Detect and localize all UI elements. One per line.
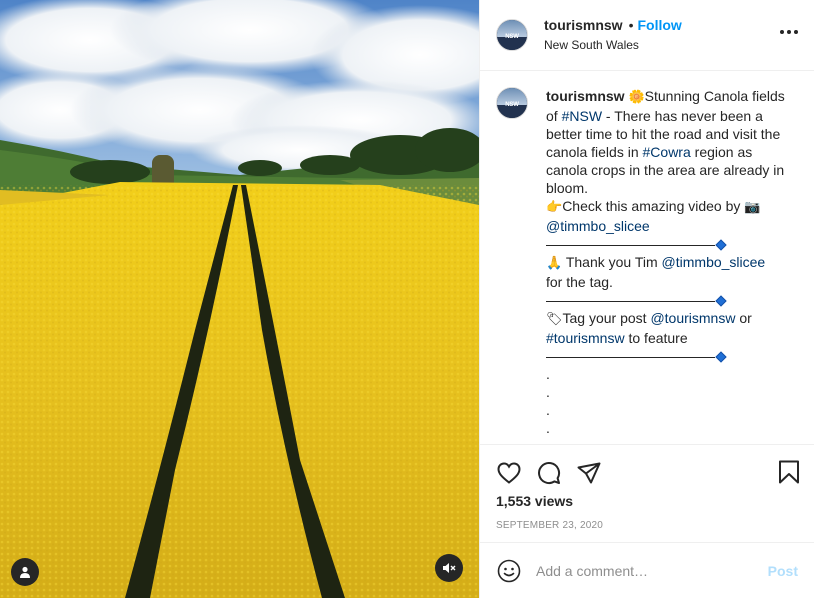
blue-diamond-icon xyxy=(715,295,727,307)
caption-text-segment: to feature xyxy=(624,330,688,346)
caption-text-segment: for the tag. xyxy=(546,274,613,290)
avatar-logo-text: NSW xyxy=(505,102,519,108)
blue-diamond-icon xyxy=(715,239,727,251)
caption-text-segment: or xyxy=(735,310,752,326)
header-username-link[interactable]: tourismnsw xyxy=(544,17,623,33)
comment-input[interactable] xyxy=(536,562,760,579)
mention-link[interactable]: @tourismnsw xyxy=(650,310,735,326)
label-emoji: 🏷 xyxy=(546,312,563,327)
emoji-picker-button[interactable] xyxy=(496,558,522,584)
caption-area: NSW tourismnsw 🌼Stunning Canola fields o… xyxy=(480,71,814,445)
volume-muted-icon xyxy=(443,563,456,573)
save-button[interactable] xyxy=(778,460,800,487)
more-dot-icon xyxy=(794,30,798,34)
smiley-icon xyxy=(497,559,521,582)
bookmark-icon xyxy=(779,460,799,484)
follow-button[interactable]: Follow xyxy=(637,17,681,33)
caption-username-link[interactable]: tourismnsw xyxy=(546,88,625,104)
divider-line xyxy=(546,356,715,358)
post-date[interactable]: September 23, 2020 xyxy=(480,520,814,531)
mute-toggle-button[interactable] xyxy=(435,554,463,582)
divider-line xyxy=(546,244,715,246)
header-separator: • xyxy=(628,16,634,33)
more-options-button[interactable] xyxy=(780,26,798,38)
heart-icon xyxy=(497,462,521,484)
user-tag-icon xyxy=(20,566,30,578)
camera-emoji: 📷 xyxy=(744,200,761,215)
more-dot-icon xyxy=(780,30,784,34)
tagged-users-button[interactable] xyxy=(11,558,39,586)
caption: NSW tourismnsw 🌼Stunning Canola fields o… xyxy=(496,87,798,437)
caption-dot: . xyxy=(546,420,550,436)
mention-link[interactable]: @timmbo_slicee xyxy=(546,218,650,234)
location-link[interactable]: New South Wales xyxy=(544,38,682,52)
hashtag-link[interactable]: #NSW xyxy=(562,108,602,124)
caption-dot: . xyxy=(546,366,550,382)
folded-hands-emoji: 🙏 xyxy=(546,256,563,271)
comment-icon xyxy=(538,462,561,484)
share-icon xyxy=(577,462,601,484)
blossom-emoji: 🌼 xyxy=(628,90,645,105)
like-button[interactable] xyxy=(496,460,522,486)
post-modal: NSW tourismnsw • Follow New South Wales xyxy=(0,0,814,598)
divider-line xyxy=(546,300,715,302)
hashtag-link[interactable]: #tourismnsw xyxy=(546,330,625,346)
avatar-logo-text: NSW xyxy=(505,34,519,40)
post-header: NSW tourismnsw • Follow New South Wales xyxy=(480,0,814,71)
caption-text-segment: Check this amazing video by xyxy=(562,198,745,214)
share-button[interactable] xyxy=(576,460,602,486)
more-dot-icon xyxy=(787,30,791,34)
post-comment-button[interactable]: Post xyxy=(768,563,798,579)
view-count[interactable]: 1,553 views xyxy=(480,493,814,509)
avatar[interactable]: NSW xyxy=(496,19,528,51)
caption-text-segment: Thank you Tim xyxy=(562,254,662,270)
caption-dot: . xyxy=(546,402,550,418)
caption-avatar[interactable]: NSW xyxy=(496,87,528,119)
hashtag-link[interactable]: #Cowra xyxy=(643,144,691,160)
blue-diamond-icon xyxy=(715,351,727,363)
caption-text: tourismnsw 🌼Stunning Canola fields of #N… xyxy=(546,87,786,437)
comment-composer: Post xyxy=(480,542,814,598)
caption-text-segment: Tag your post xyxy=(562,310,651,326)
caption-dot: . xyxy=(546,384,550,400)
comment-button[interactable] xyxy=(536,460,562,486)
header-info: tourismnsw • Follow New South Wales xyxy=(544,17,682,52)
action-bar xyxy=(480,451,814,495)
mention-link[interactable]: @timmbo_slicee xyxy=(662,254,766,270)
pointing-hand-emoji: 👉 xyxy=(546,200,563,215)
post-sidebar: NSW tourismnsw • Follow New South Wales xyxy=(479,0,814,598)
post-video[interactable] xyxy=(0,0,479,598)
canola-field-video-frame xyxy=(0,0,479,598)
